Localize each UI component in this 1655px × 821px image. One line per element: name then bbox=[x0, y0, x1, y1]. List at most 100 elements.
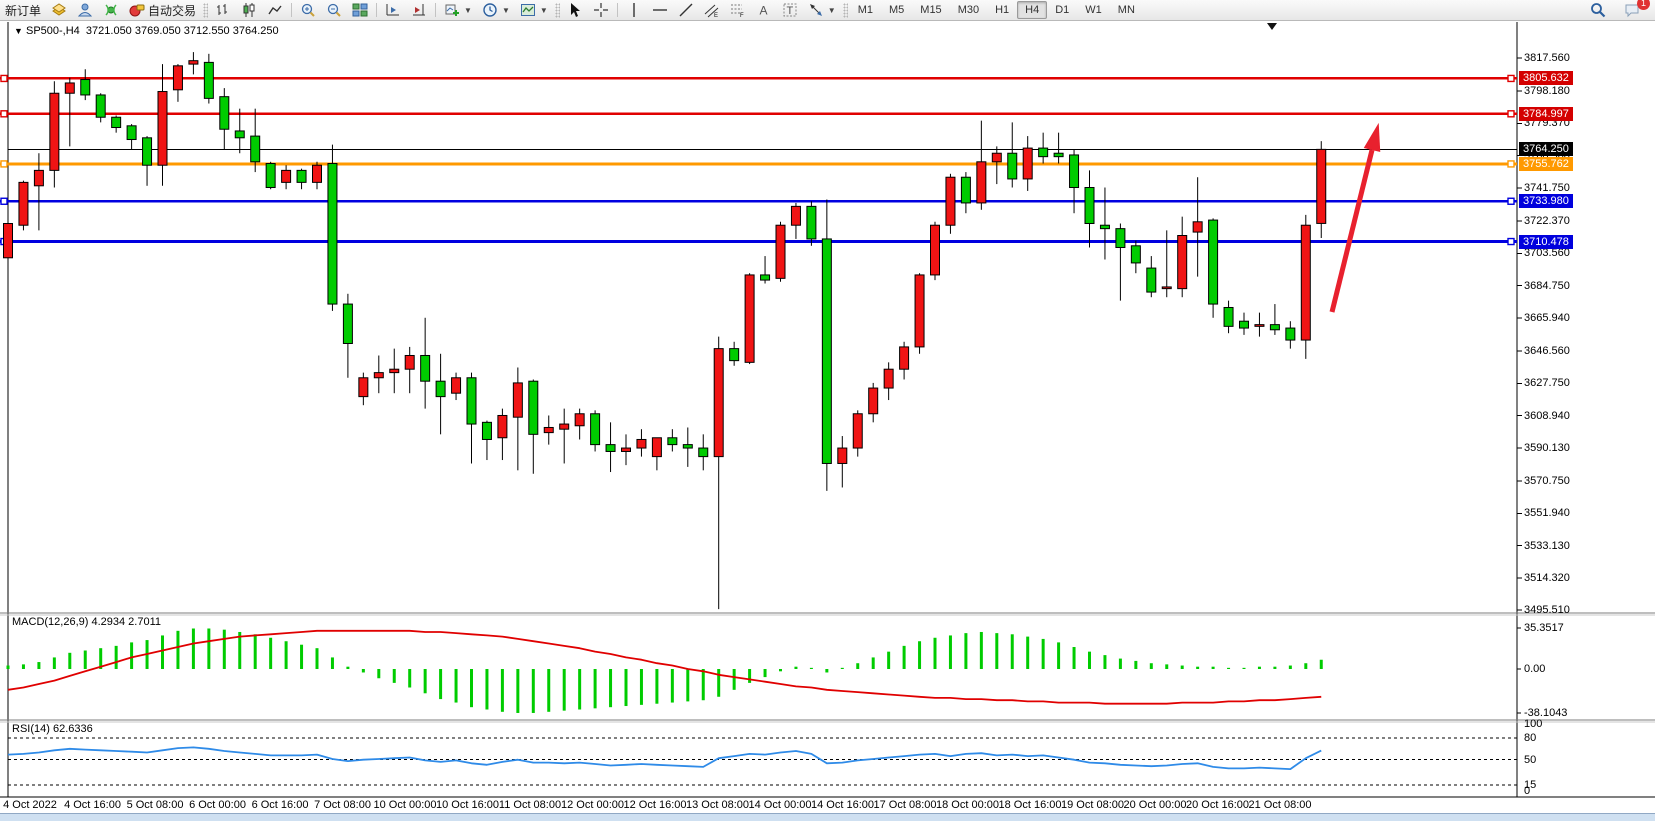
timeframe-button-m1[interactable]: M1 bbox=[850, 1, 881, 19]
profiles-button[interactable] bbox=[46, 1, 72, 20]
rsi-axis-label: 0 bbox=[1524, 785, 1530, 797]
zoom-out-button[interactable] bbox=[321, 1, 347, 20]
text-label-button[interactable]: T bbox=[777, 1, 803, 20]
candle-body bbox=[1054, 153, 1063, 156]
candle-body bbox=[1116, 229, 1125, 248]
timeframe-toolbar: M1M5M15M30H1H4D1W1MN bbox=[850, 0, 1143, 21]
date-tick-label: 4 Oct 2022 bbox=[3, 799, 57, 811]
candle-body bbox=[884, 369, 893, 388]
timeframe-button-h4[interactable]: H4 bbox=[1017, 1, 1047, 19]
tile-windows-icon bbox=[352, 2, 368, 18]
crosshair-button[interactable] bbox=[588, 1, 614, 20]
timeframe-button-mn[interactable]: MN bbox=[1110, 1, 1143, 19]
date-tick-label: 20 Oct 16:00 bbox=[1186, 799, 1249, 811]
date-tick-label: 7 Oct 08:00 bbox=[314, 799, 371, 811]
candle-body bbox=[822, 239, 831, 464]
auto-scroll-icon bbox=[385, 2, 401, 18]
auto-trading-button[interactable]: 自动交易 bbox=[124, 1, 201, 20]
chart-shift-button[interactable] bbox=[406, 1, 432, 20]
vertical-line-button[interactable] bbox=[621, 1, 647, 20]
price-tick-label: 3665.940 bbox=[1524, 312, 1570, 324]
timeframe-button-w1[interactable]: W1 bbox=[1077, 1, 1110, 19]
trendline-button[interactable] bbox=[673, 1, 699, 20]
chart-shift-icon bbox=[411, 2, 427, 18]
cursor-button[interactable] bbox=[562, 1, 588, 20]
trendline-icon bbox=[678, 2, 694, 18]
symbol-period-label: SP500-,H4 bbox=[26, 25, 80, 37]
channel-button[interactable]: E bbox=[699, 1, 725, 20]
fibonacci-button[interactable]: F bbox=[725, 1, 751, 20]
candle-body bbox=[1131, 246, 1140, 263]
date-tick-label: 14 Oct 00:00 bbox=[749, 799, 812, 811]
bar-chart-button[interactable] bbox=[210, 1, 236, 20]
tile-windows-button[interactable] bbox=[347, 1, 373, 20]
candle-body bbox=[560, 424, 569, 429]
chart-shift-marker[interactable] bbox=[1267, 23, 1277, 30]
search-icon bbox=[1590, 2, 1606, 18]
window-bottom-edge bbox=[0, 813, 1655, 821]
timeframe-button-d1[interactable]: D1 bbox=[1047, 1, 1077, 19]
candle-body bbox=[328, 164, 337, 305]
add-indicator-button[interactable]: ▼ bbox=[439, 1, 477, 20]
new-order-button[interactable]: 新订单 bbox=[0, 1, 46, 20]
rsi-axis-label: 50 bbox=[1524, 754, 1536, 766]
horizontal-line-button[interactable] bbox=[647, 1, 673, 20]
zoom-in-button[interactable] bbox=[295, 1, 321, 20]
date-tick-label: 10 Oct 00:00 bbox=[374, 799, 437, 811]
candle-body bbox=[992, 153, 1001, 162]
price-level-badge: 3710.478 bbox=[1519, 235, 1573, 249]
periods-button[interactable]: ▼ bbox=[477, 1, 515, 20]
rsi-line bbox=[8, 747, 1321, 769]
candle-body bbox=[1147, 268, 1156, 292]
price-tick-label: 3741.750 bbox=[1524, 182, 1570, 194]
candle-body bbox=[591, 414, 600, 445]
candle-body bbox=[1039, 148, 1048, 157]
candle-body bbox=[19, 182, 28, 225]
candle-body bbox=[359, 378, 368, 397]
timeframe-button-m30[interactable]: M30 bbox=[950, 1, 987, 19]
line-chart-icon bbox=[267, 2, 283, 18]
template-icon bbox=[520, 2, 536, 18]
candle-body bbox=[313, 165, 322, 182]
candle-body bbox=[931, 225, 940, 275]
price-tick-label: 3514.320 bbox=[1524, 572, 1570, 584]
price-tick-label: 3627.750 bbox=[1524, 377, 1570, 389]
candle-body bbox=[50, 93, 59, 170]
signals-button[interactable] bbox=[98, 1, 124, 20]
date-tick-label: 21 Oct 08:00 bbox=[1249, 799, 1312, 811]
text-button[interactable]: A bbox=[751, 1, 777, 20]
candle-body bbox=[81, 80, 90, 95]
timeframe-button-h1[interactable]: H1 bbox=[987, 1, 1017, 19]
candle-body bbox=[173, 66, 182, 90]
line-chart-button[interactable] bbox=[262, 1, 288, 20]
candle-body bbox=[1255, 325, 1264, 327]
timeframe-button-m15[interactable]: M15 bbox=[912, 1, 949, 19]
search-button[interactable] bbox=[1585, 1, 1611, 20]
vertical-line-icon bbox=[626, 2, 642, 18]
candle-body bbox=[405, 355, 414, 369]
price-tick-label: 3722.370 bbox=[1524, 215, 1570, 227]
candle-body bbox=[297, 170, 306, 182]
candle-body bbox=[838, 448, 847, 463]
date-tick-label: 18 Oct 16:00 bbox=[999, 799, 1062, 811]
macd-signal-line bbox=[8, 631, 1321, 704]
candle-chart-button[interactable] bbox=[236, 1, 262, 20]
svg-text:E: E bbox=[714, 13, 718, 18]
candle-body bbox=[745, 275, 754, 362]
chart-canvas[interactable] bbox=[0, 0, 1655, 821]
price-level-badge: 3805.632 bbox=[1519, 71, 1573, 85]
market-watch-button[interactable] bbox=[72, 1, 98, 20]
toolbar-separator bbox=[617, 3, 618, 17]
candle-body bbox=[158, 92, 167, 166]
ohlc-values: 3721.050 3769.050 3712.550 3764.250 bbox=[86, 25, 279, 37]
symbol-dropdown-icon[interactable]: ▼ bbox=[14, 26, 23, 36]
text-label-icon: T bbox=[782, 2, 798, 18]
timeframe-button-m5[interactable]: M5 bbox=[881, 1, 912, 19]
notifications-button[interactable]: 1 bbox=[1619, 1, 1645, 20]
auto-scroll-button[interactable] bbox=[380, 1, 406, 20]
shapes-button[interactable]: ▼ bbox=[803, 1, 841, 20]
templates-button[interactable]: ▼ bbox=[515, 1, 553, 20]
candle-body bbox=[204, 62, 213, 98]
toolbar-separator bbox=[435, 3, 436, 17]
line-end-marker bbox=[1, 75, 7, 81]
